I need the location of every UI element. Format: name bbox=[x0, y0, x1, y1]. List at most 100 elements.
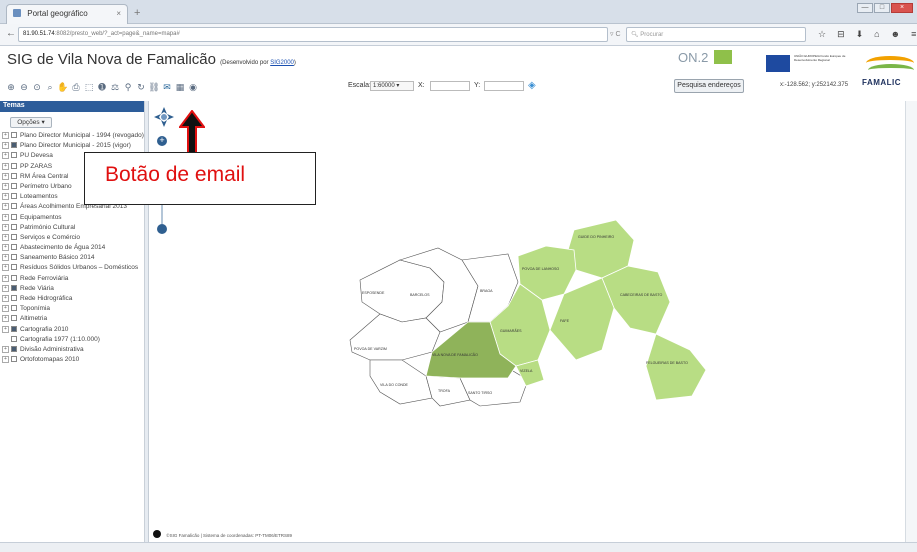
layer-item[interactable]: + Toponímia bbox=[0, 305, 144, 315]
expand-icon[interactable]: + bbox=[2, 315, 9, 323]
layer-item[interactable]: + Cartografia 2010 bbox=[0, 325, 144, 336]
expand-icon[interactable]: + bbox=[2, 244, 9, 252]
email-icon[interactable]: ✉ bbox=[162, 82, 172, 92]
y-coordinate-input[interactable] bbox=[484, 81, 524, 91]
menu-icon[interactable]: ≡ bbox=[911, 29, 916, 40]
expand-icon[interactable]: + bbox=[2, 295, 9, 302]
info-icon[interactable]: ➊ bbox=[97, 82, 107, 92]
scale-select[interactable]: 1:60000 ▾ bbox=[370, 81, 414, 91]
layer-item[interactable]: + Equipamentos bbox=[0, 213, 144, 224]
layer-checkbox[interactable] bbox=[11, 162, 17, 169]
link-icon[interactable]: ⛓ bbox=[148, 82, 159, 92]
downloads-icon[interactable]: ⬇ bbox=[856, 29, 864, 40]
zoom-in-icon[interactable]: ⊕ bbox=[6, 82, 16, 92]
layer-checkbox[interactable] bbox=[11, 274, 17, 281]
layer-item[interactable]: + Rede Hidrográfica bbox=[0, 295, 144, 305]
layer-checkbox[interactable] bbox=[11, 182, 17, 189]
layer-item[interactable]: Cartografia 1977 (1:10.000) bbox=[0, 335, 144, 346]
bookmarks-list-icon[interactable]: ⊟ bbox=[837, 29, 845, 40]
expand-icon[interactable]: + bbox=[2, 233, 9, 241]
expand-icon[interactable]: + bbox=[2, 274, 9, 282]
layer-item[interactable]: + Plano Director Municipal - 1994 (revoga… bbox=[0, 132, 144, 142]
address-search-button[interactable]: Pesquisa endereços bbox=[674, 79, 744, 93]
zoom-slider[interactable] bbox=[161, 202, 163, 224]
print-icon[interactable]: ⎙ bbox=[71, 82, 81, 92]
expand-icon[interactable]: + bbox=[2, 356, 9, 364]
expand-icon[interactable]: + bbox=[2, 264, 9, 272]
layer-item[interactable]: + Altimetria bbox=[0, 315, 144, 325]
layer-icon[interactable]: ⬚ bbox=[84, 82, 94, 92]
pan-icon[interactable]: ✋ bbox=[57, 82, 68, 92]
zoom-in-icon[interactable]: + bbox=[157, 136, 167, 146]
layer-item[interactable]: + Abastecimento de Água 2014 bbox=[0, 244, 144, 254]
x-coordinate-input[interactable] bbox=[430, 81, 470, 91]
layer-checkbox[interactable] bbox=[11, 305, 17, 312]
expand-icon[interactable]: + bbox=[2, 182, 9, 190]
credit-link[interactable]: SIG2000 bbox=[270, 60, 294, 66]
layer-item[interactable]: + Ortofotomapas 2010 bbox=[0, 356, 144, 366]
expand-icon[interactable]: + bbox=[2, 152, 9, 160]
layer-item[interactable]: + Plano Director Municipal - 2015 (vigor) bbox=[0, 142, 144, 152]
maximize-button[interactable]: □ bbox=[874, 3, 890, 13]
expand-icon[interactable]: + bbox=[2, 142, 9, 150]
layer-checkbox[interactable] bbox=[11, 203, 17, 210]
layer-item[interactable]: + Património Cultural bbox=[0, 223, 144, 234]
expand-icon[interactable]: + bbox=[2, 132, 9, 139]
layer-checkbox[interactable] bbox=[11, 315, 17, 322]
layer-checkbox[interactable] bbox=[11, 142, 17, 149]
back-arrow-icon[interactable]: ← bbox=[6, 28, 16, 39]
expand-icon[interactable]: + bbox=[2, 254, 9, 262]
layer-item[interactable]: + Resíduos Sólidos Urbanos – Domésticos bbox=[0, 264, 144, 274]
expand-icon[interactable]: + bbox=[2, 213, 9, 221]
options-button[interactable]: Opções ▾ bbox=[10, 117, 52, 128]
export-icon[interactable]: ▦ bbox=[175, 82, 185, 92]
expand-icon[interactable]: + bbox=[2, 193, 9, 201]
info-circle-icon[interactable] bbox=[153, 530, 161, 538]
home-icon[interactable]: ⌂ bbox=[874, 29, 879, 40]
layer-checkbox[interactable] bbox=[11, 233, 17, 240]
layer-checkbox[interactable] bbox=[11, 325, 17, 332]
layer-checkbox[interactable] bbox=[11, 213, 17, 220]
zoom-out-icon[interactable]: ⊖ bbox=[19, 82, 29, 92]
expand-icon[interactable]: + bbox=[2, 325, 9, 333]
layer-checkbox[interactable] bbox=[11, 172, 17, 179]
expand-icon[interactable]: + bbox=[2, 284, 9, 292]
layer-checkbox[interactable] bbox=[11, 335, 17, 342]
address-bar[interactable]: 81.90.51.74:8082/presto_web/?_act=page&_… bbox=[18, 27, 608, 42]
minimize-button[interactable]: — bbox=[857, 3, 873, 13]
layer-checkbox[interactable] bbox=[11, 356, 17, 363]
layer-checkbox[interactable] bbox=[11, 244, 17, 251]
measure-icon[interactable]: ⚖ bbox=[110, 82, 120, 92]
layer-checkbox[interactable] bbox=[11, 295, 17, 301]
zoom-out-icon[interactable] bbox=[157, 224, 167, 234]
layer-item[interactable]: + Serviços e Comércio bbox=[0, 233, 144, 244]
refresh-icon[interactable]: ↻ bbox=[136, 82, 146, 92]
layer-item[interactable]: + Saneamento Básico 2014 bbox=[0, 254, 144, 264]
expand-icon[interactable]: + bbox=[2, 172, 9, 180]
window-close-button[interactable]: × bbox=[891, 3, 913, 13]
layer-item[interactable]: + Rede Ferroviária bbox=[0, 274, 144, 285]
zoom-extent-icon[interactable]: ⊙ bbox=[32, 82, 42, 92]
marker-icon[interactable]: ⚲ bbox=[123, 82, 133, 92]
account-icon[interactable]: ☻ bbox=[891, 29, 900, 40]
reload-icon[interactable]: ▿ C bbox=[610, 30, 621, 38]
bookmark-star-icon[interactable]: ☆ bbox=[818, 29, 826, 40]
layer-checkbox[interactable] bbox=[11, 345, 17, 352]
expand-icon[interactable]: + bbox=[2, 223, 9, 231]
zoom-window-icon[interactable]: ⌕ bbox=[45, 82, 55, 92]
browser-tab[interactable]: Portal geográfico × bbox=[6, 4, 128, 24]
expand-icon[interactable]: + bbox=[2, 162, 9, 170]
new-tab-button[interactable]: + bbox=[134, 7, 140, 19]
layer-item[interactable]: + Divisão Administrativa bbox=[0, 345, 144, 356]
tab-close-icon[interactable]: × bbox=[116, 9, 121, 18]
layer-item[interactable]: + Rede Viária bbox=[0, 284, 144, 295]
vertical-scrollbar[interactable] bbox=[905, 101, 917, 542]
go-to-coordinate-icon[interactable]: ◈ bbox=[528, 80, 536, 91]
expand-icon[interactable]: + bbox=[2, 203, 9, 211]
browser-search-input[interactable]: 🔍︎ Procurar bbox=[626, 27, 806, 42]
layer-checkbox[interactable] bbox=[11, 193, 17, 200]
layer-checkbox[interactable] bbox=[11, 254, 17, 261]
layer-checkbox[interactable] bbox=[11, 223, 17, 230]
layer-checkbox[interactable] bbox=[11, 284, 17, 291]
expand-icon[interactable]: + bbox=[2, 305, 9, 313]
